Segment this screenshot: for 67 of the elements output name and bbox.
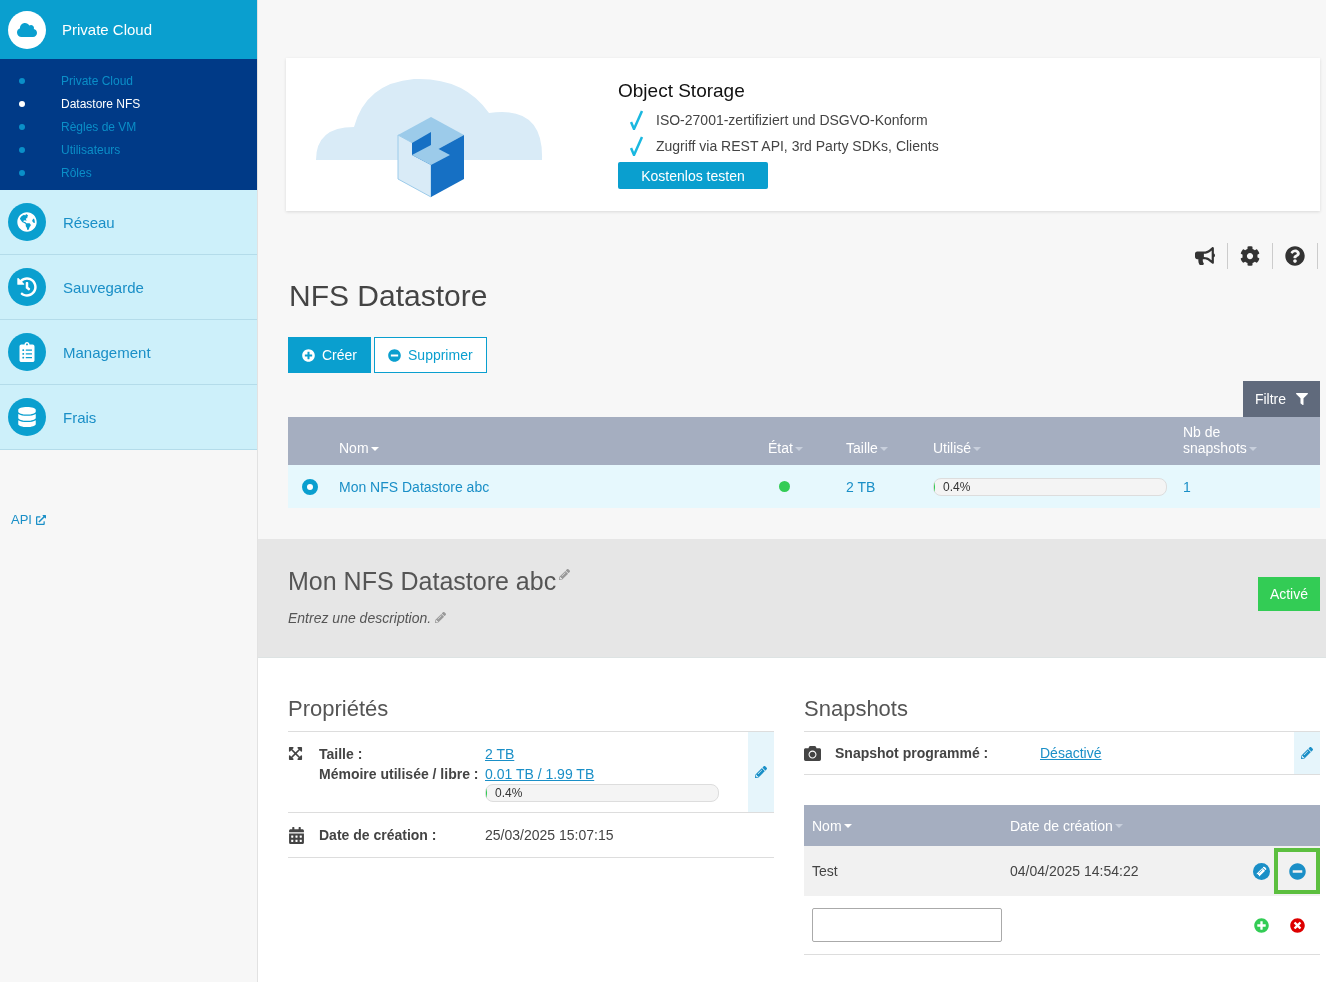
- table-cell-text: 04/04/2025 14:54:22: [1010, 862, 1140, 881]
- property-label: Taille :: [319, 745, 364, 764]
- remove-icon[interactable]: [1274, 848, 1320, 894]
- pencil-icon[interactable]: [559, 569, 571, 580]
- schedule-link[interactable]: Désactivé: [1040, 743, 1294, 763]
- column-header[interactable]: Utilisé: [933, 440, 1183, 456]
- submenu-item[interactable]: Règles de VM: [0, 115, 257, 138]
- promo-feature: Zugriff via REST API, 3rd Party SDKs, Clients: [656, 138, 939, 154]
- edit-button[interactable]: [748, 732, 774, 812]
- edit-button[interactable]: [1294, 732, 1320, 774]
- sidebar-section[interactable]: Management: [0, 320, 257, 385]
- column-header[interactable]: État: [768, 440, 846, 456]
- table-cell-text: 1: [1183, 478, 1192, 495]
- memory-link[interactable]: 0.01 TB / 1.99 TB: [485, 764, 595, 784]
- submenu-item[interactable]: Utilisateurs: [0, 138, 257, 161]
- table-cell-text: Mon NFS Datastore abc: [339, 478, 491, 495]
- expand-arrows-icon: [288, 746, 303, 761]
- property-label: Snapshot programmé :: [835, 744, 990, 763]
- property-value: 25/03/2025 15:07:15: [485, 826, 615, 845]
- page-title: NFS Datastore: [289, 279, 489, 313]
- try-free-button[interactable]: Kostenlos testen: [618, 162, 768, 189]
- promo-title: Object Storage: [618, 80, 746, 102]
- section-title: Propriétés: [288, 696, 390, 722]
- submenu-item[interactable]: Private Cloud: [0, 69, 257, 92]
- pencil-icon[interactable]: [435, 612, 447, 623]
- section-title: Snapshots: [804, 696, 909, 722]
- submenu-item[interactable]: Rôles: [0, 161, 257, 184]
- column-header[interactable]: Date de création: [1010, 817, 1238, 834]
- description-text[interactable]: Entrez une description.: [288, 610, 432, 626]
- create-button[interactable]: Créer: [288, 337, 371, 373]
- property-label: Date de création :: [319, 826, 438, 845]
- globe-icon: [8, 203, 46, 241]
- history-icon: [8, 268, 46, 306]
- sidebar-header-label: Private Cloud: [62, 21, 153, 38]
- sidebar-section[interactable]: Frais: [0, 385, 257, 450]
- clipboard-icon: [8, 333, 46, 371]
- usage-reading: 0.4%: [943, 479, 971, 494]
- column-header[interactable]: Taille: [846, 440, 933, 456]
- usage-reading: 0.4%: [495, 786, 523, 800]
- camera-icon: [804, 745, 821, 762]
- check-icon: [630, 136, 644, 156]
- delete-button[interactable]: Supprimer: [374, 337, 487, 373]
- api-link[interactable]: API: [11, 512, 46, 527]
- sidebar-section[interactable]: Réseau: [0, 190, 257, 255]
- snapshot-name-field[interactable]: [812, 908, 1002, 942]
- submenu-item[interactable]: Datastore NFS: [0, 92, 257, 115]
- table-cell-text: 2 TB: [846, 478, 877, 495]
- status-badge: Activé: [1257, 577, 1320, 611]
- column-header[interactable]: Nom: [812, 817, 1010, 834]
- cloud-icon: [8, 10, 46, 49]
- pencil-icon: [1301, 747, 1313, 759]
- filter-icon: [1296, 393, 1308, 405]
- radio-button[interactable]: [302, 478, 318, 495]
- sidebar-section[interactable]: Sauvegarde: [0, 255, 257, 320]
- detail-title: Mon NFS Datastore abc: [288, 567, 557, 596]
- table-row[interactable]: Mon NFS Datastore abc 2 TB 0.4% 1: [288, 465, 1320, 508]
- filter-button[interactable]: Filtre: [1242, 381, 1320, 417]
- table-cell-text: Test: [812, 862, 839, 881]
- column-header[interactable]: Nom: [339, 440, 768, 456]
- external-link-icon: [35, 514, 46, 525]
- pencil-icon: [755, 766, 767, 778]
- size-link[interactable]: 2 TB: [485, 744, 515, 764]
- promo-feature: ISO-27001-zertifiziert und DSGVO-Konform: [656, 112, 928, 128]
- calendar-icon: [288, 827, 305, 844]
- property-label: Mémoire utilisée / libre :: [319, 765, 480, 784]
- sidebar-header[interactable]: Private Cloud: [0, 0, 257, 59]
- check-icon: [630, 110, 644, 130]
